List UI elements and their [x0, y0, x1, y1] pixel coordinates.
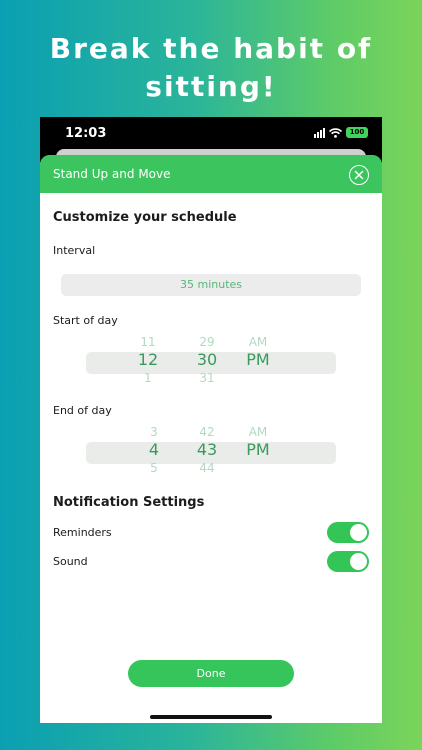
start-minute-prev: 29: [199, 335, 215, 349]
end-hour-next: 5: [150, 461, 158, 475]
sheet-header: Stand Up and Move: [40, 155, 382, 193]
start-of-day-label: Start of day: [53, 314, 118, 327]
signal-icon: [314, 127, 325, 138]
reminders-toggle[interactable]: [327, 522, 369, 543]
phone-screen: 12:03 100 Stand Up and Move Customize yo…: [40, 117, 382, 723]
end-of-day-label: End of day: [53, 404, 112, 417]
start-time-picker[interactable]: 11 12 1 29 30 31 AM PM: [40, 335, 382, 393]
settings-sheet: Stand Up and Move Customize your schedul…: [40, 155, 382, 723]
wifi-icon: [329, 127, 342, 138]
battery-icon: 100: [346, 127, 368, 138]
end-hour-column[interactable]: 3 4 5: [129, 425, 179, 475]
status-bar: 12:03 100: [40, 117, 382, 151]
end-hour-prev: 3: [150, 425, 158, 439]
notification-settings-heading: Notification Settings: [53, 495, 205, 510]
start-minute-next: 31: [199, 371, 215, 385]
toggle-knob: [350, 524, 367, 541]
end-period-am: AM: [248, 425, 268, 439]
close-icon: [354, 170, 364, 180]
end-hour-selected: 4: [148, 440, 160, 459]
status-time: 12:03: [65, 126, 107, 141]
start-hour-column[interactable]: 11 12 1: [123, 335, 173, 385]
headline-line-2: sitting!: [145, 70, 277, 103]
schedule-heading: Customize your schedule: [53, 210, 237, 225]
start-period-pm: PM: [246, 350, 270, 369]
status-icons: 100: [314, 127, 368, 138]
start-minute-selected: 30: [196, 350, 218, 369]
start-hour-prev: 11: [140, 335, 156, 349]
start-period-am: AM: [248, 335, 268, 349]
headline: Break the habit of sitting!: [0, 30, 422, 106]
end-time-picker[interactable]: 3 4 5 42 43 44 AM PM: [40, 425, 382, 483]
interval-label: Interval: [53, 244, 96, 257]
end-period-column[interactable]: AM PM: [233, 425, 283, 461]
headline-line-1: Break the habit of: [49, 32, 373, 65]
end-minute-column[interactable]: 42 43 44: [182, 425, 232, 475]
done-button[interactable]: Done: [128, 660, 294, 687]
sound-label: Sound: [53, 555, 88, 568]
reminders-label: Reminders: [53, 526, 112, 539]
start-hour-next: 1: [144, 371, 152, 385]
interval-selector[interactable]: 35 minutes: [61, 274, 361, 296]
end-period-pm: PM: [246, 440, 270, 459]
end-minute-prev: 42: [199, 425, 215, 439]
end-minute-next: 44: [199, 461, 215, 475]
close-button[interactable]: [349, 165, 369, 185]
sheet-title: Stand Up and Move: [53, 167, 171, 181]
start-hour-selected: 12: [137, 350, 159, 369]
home-indicator: [150, 715, 272, 719]
sound-toggle[interactable]: [327, 551, 369, 572]
toggle-knob: [350, 553, 367, 570]
end-minute-selected: 43: [196, 440, 218, 459]
start-period-column[interactable]: AM PM: [233, 335, 283, 371]
start-minute-column[interactable]: 29 30 31: [182, 335, 232, 385]
